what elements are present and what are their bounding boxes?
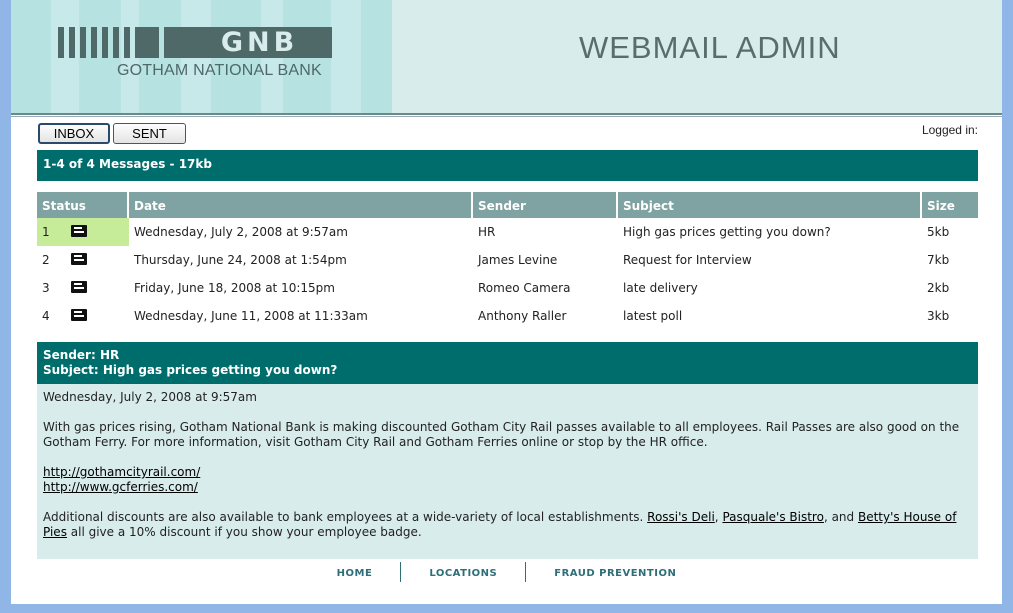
message-summary-bar: 1-4 of 4 Messages - 17kb [37,150,978,181]
preview-body: Wednesday, July 2, 2008 at 9:57am With g… [37,384,978,559]
table-row[interactable]: 4 Wednesday, June 11, 2008 at 11:33am An… [37,302,978,330]
subject-cell: late delivery [623,281,698,295]
column-header-size[interactable]: Size [922,192,978,218]
preview-links: http://gothamcityrail.com/ http://www.gc… [43,465,972,495]
footer-fraud-prevention-link[interactable]: FRAUD PREVENTION [526,562,704,582]
column-header-subject[interactable]: Subject [618,192,922,218]
message-table: Status Date Sender Subject Size 1 Wednes… [37,192,978,330]
inbox-button[interactable]: INBOX [38,123,110,144]
pasquales-bistro-link[interactable]: Pasquale's Bistro [722,510,824,524]
column-header-date[interactable]: Date [129,192,473,218]
gotham-rail-link[interactable]: http://gothamcityrail.com/ [43,465,200,479]
subject-cell: High gas prices getting you down? [623,225,831,239]
envelope-icon [71,309,87,321]
envelope-icon [71,281,87,293]
sent-button[interactable]: SENT [113,123,186,144]
preview-paragraph: With gas prices rising, Gotham National … [43,420,960,449]
preview-header: Sender: HR Subject: High gas prices gett… [37,342,978,384]
date-cell: Friday, June 18, 2008 at 10:15pm [134,281,335,295]
table-row[interactable]: 3 Friday, June 18, 2008 at 10:15pm Romeo… [37,274,978,302]
status-cell: 4 [37,302,129,330]
preview-subject: Subject: High gas prices getting you dow… [43,363,338,377]
footer-locations-link[interactable]: LOCATIONS [401,562,525,582]
sender-cell: Anthony Raller [478,309,567,323]
column-header-status[interactable]: Status [37,192,129,218]
logged-in-label: Logged in: [921,123,978,137]
para-text: , and [823,510,858,524]
column-header-sender[interactable]: Sender [473,192,618,218]
preview-date: Wednesday, July 2, 2008 at 9:57am [43,390,257,404]
status-cell: 2 [37,246,129,274]
row-number: 1 [42,225,50,239]
page-title: WEBMAIL ADMIN [579,30,841,65]
rossis-deli-link[interactable]: Rossi's Deli [647,510,715,524]
page: GNB GOTHAM NATIONAL BANK WEBMAIL ADMIN I… [11,0,1002,604]
subject-cell: latest poll [623,309,683,323]
footer-home-link[interactable]: HOME [309,562,401,582]
para-text: Additional discounts are also available … [43,510,648,524]
date-cell: Thursday, June 24, 2008 at 1:54pm [134,253,347,267]
preview-paragraph: Additional discounts are also available … [43,510,972,540]
sender-cell: James Levine [478,253,558,267]
table-header: Status Date Sender Subject Size [37,192,978,218]
row-number: 2 [42,253,50,267]
para-text: all give a 10% discount if you show your… [66,525,422,539]
gc-ferries-link[interactable]: http://www.gcferries.com/ [43,480,198,494]
header-divider-thin [11,116,1002,117]
footer-nav: HOME LOCATIONS FRAUD PREVENTION [11,562,1002,582]
header-divider [11,113,1002,115]
status-cell: 3 [37,274,129,302]
table-row[interactable]: 1 Wednesday, July 2, 2008 at 9:57am HR H… [37,218,978,246]
row-number: 3 [42,281,50,295]
site-header: GNB GOTHAM NATIONAL BANK WEBMAIL ADMIN [11,0,1002,113]
envelope-icon [71,253,87,265]
logo-gnb: GNB [187,27,332,58]
size-cell: 7kb [927,253,950,267]
preview-sender: Sender: HR [43,348,120,362]
sender-cell: HR [478,225,496,239]
logo-subtitle: GOTHAM NATIONAL BANK [117,62,322,79]
status-cell: 1 [37,218,129,246]
date-cell: Wednesday, July 2, 2008 at 9:57am [134,225,348,239]
size-cell: 5kb [927,225,950,239]
size-cell: 3kb [927,309,950,323]
date-cell: Wednesday, June 11, 2008 at 11:33am [134,309,368,323]
sender-cell: Romeo Camera [478,281,571,295]
row-number: 4 [42,309,50,323]
envelope-icon [71,225,87,237]
table-row[interactable]: 2 Thursday, June 24, 2008 at 1:54pm Jame… [37,246,978,274]
subject-cell: Request for Interview [623,253,752,267]
size-cell: 2kb [927,281,950,295]
